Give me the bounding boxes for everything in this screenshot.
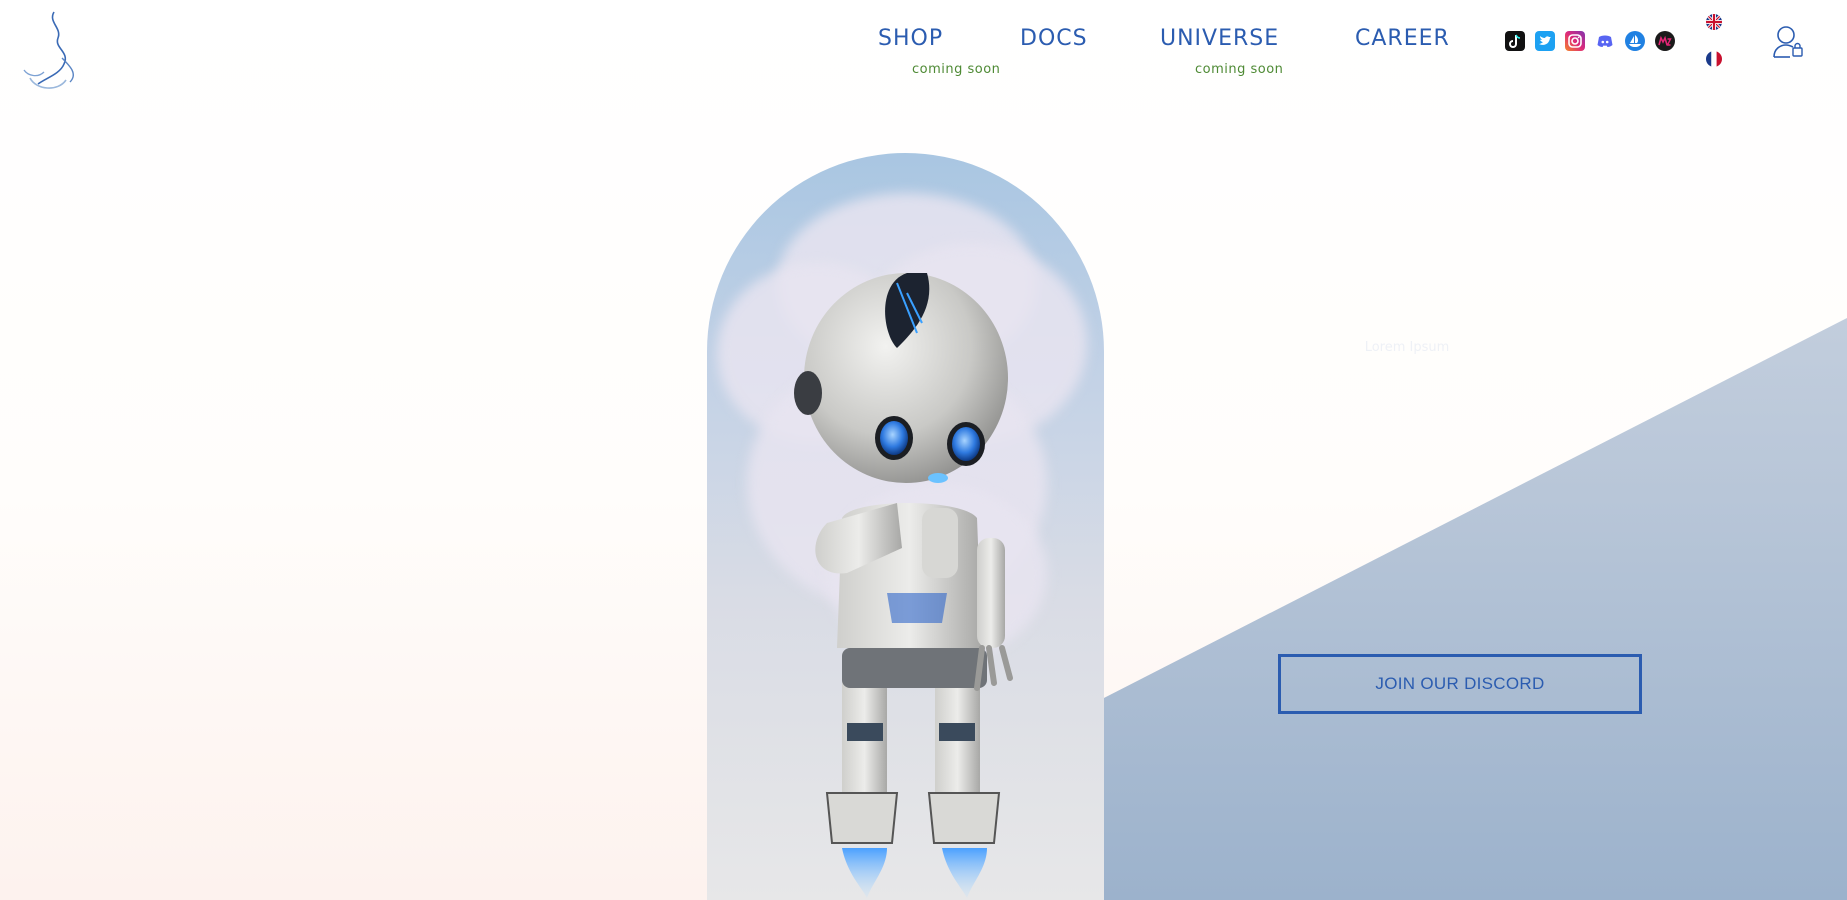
tiktok-icon[interactable] (1505, 31, 1525, 51)
site-header: SHOP coming soon DOCS UNIVERSE coming so… (0, 0, 1847, 100)
join-discord-button[interactable]: JOIN OUR DISCORD (1278, 654, 1642, 714)
nav-shop-coming-soon: coming soon (912, 62, 1001, 77)
opensea-icon[interactable] (1625, 31, 1645, 51)
user-account-icon[interactable] (1772, 24, 1806, 60)
discord-icon[interactable] (1595, 31, 1615, 51)
logo[interactable] (18, 8, 86, 90)
nav-career[interactable]: CAREER (1355, 26, 1450, 51)
magic-eden-icon[interactable] (1655, 31, 1675, 51)
nav-universe-coming-soon: coming soon (1195, 62, 1284, 77)
france-flag-icon[interactable] (1706, 51, 1722, 67)
nav-universe[interactable]: UNIVERSE (1160, 26, 1279, 51)
hero-arch (707, 153, 1104, 900)
twitter-icon[interactable] (1535, 31, 1555, 51)
uk-flag-icon[interactable] (1706, 14, 1722, 30)
hero-faint-text: Lorem Ipsum (1312, 337, 1502, 359)
robot-illustration (794, 273, 1013, 898)
instagram-icon[interactable] (1565, 31, 1585, 51)
nav-shop[interactable]: SHOP (878, 26, 943, 51)
nav-docs[interactable]: DOCS (1020, 26, 1088, 51)
logo-icon (23, 11, 74, 89)
